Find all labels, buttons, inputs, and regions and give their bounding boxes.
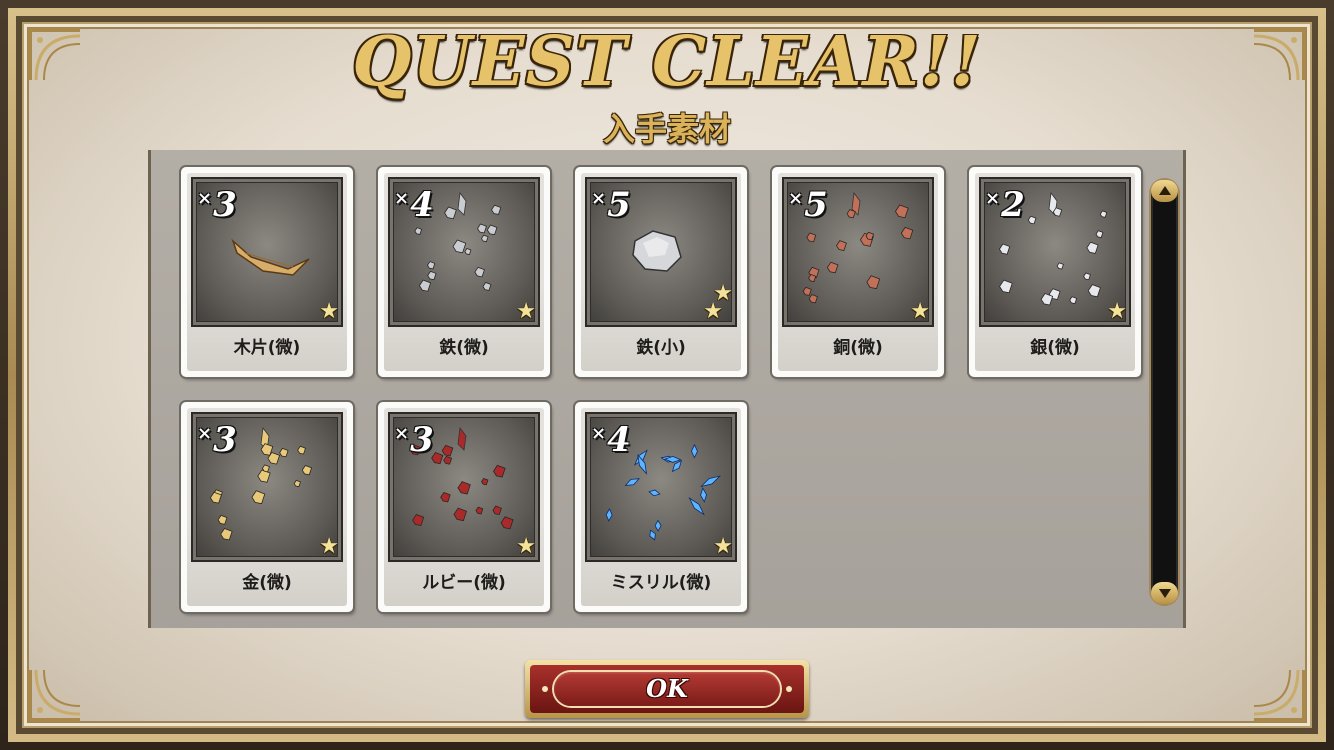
material-card[interactable]: ×5 ★ 銅(微) (772, 167, 944, 377)
ok-button[interactable]: OK (525, 660, 809, 718)
material-name: 鉄(微) (439, 338, 489, 358)
material-name: ミスリル(微) (610, 573, 712, 593)
copper-fragments-icon: ×5 ★ (784, 179, 932, 325)
gold-fragments-icon: ×3 ★ (193, 414, 341, 560)
quest-clear-title: QUEST CLEAR!! (352, 22, 982, 102)
scroll-down-arrow-icon[interactable] (1151, 582, 1178, 604)
material-card[interactable]: ×2 ★ 銀(微) (969, 167, 1141, 377)
material-quantity: ×3 (394, 420, 434, 460)
ok-button-label: OK (646, 674, 688, 703)
material-name: 銅(微) (833, 338, 883, 358)
material-quantity: ×2 (985, 185, 1025, 225)
iron-fragments-icon: ×4 ★ (390, 179, 538, 325)
material-quantity: ×4 (394, 185, 434, 225)
rarity-star-icon: ★ (319, 299, 339, 324)
material-card[interactable]: ×3 ★ 木片(微) (181, 167, 353, 377)
material-card[interactable]: ×3 ★ 金(微) (181, 402, 353, 612)
rarity-star-icon: ★ (910, 299, 930, 324)
corner-ornament-icon (26, 666, 84, 724)
material-card[interactable]: ×3 ★ ルビー(微) (378, 402, 550, 612)
iron-chunk-icon: ×5 ★ ★ (587, 179, 735, 325)
material-name: 鉄(小) (636, 338, 686, 358)
scrollbar[interactable] (1151, 180, 1178, 604)
material-quantity: ×5 (788, 185, 828, 225)
material-card[interactable]: ×5 ★ ★ 鉄(小) (575, 167, 747, 377)
material-name: 木片(微) (233, 338, 301, 358)
rarity-star-icon: ★ (516, 299, 536, 324)
rarity-star-icon: ★ (516, 534, 536, 559)
material-quantity: ×3 (197, 185, 237, 225)
rarity-star-icon: ★ (1107, 299, 1127, 324)
quest-clear-screen: QUEST CLEAR!! 入手素材 ×3 ★ 木片(微) ×4 ★ 鉄(微) … (0, 0, 1334, 750)
ruby-fragments-icon: ×3 ★ (390, 414, 538, 560)
acquired-materials-subtitle: 入手素材 (602, 110, 731, 148)
materials-panel: ×3 ★ 木片(微) ×4 ★ 鉄(微) ×5 ★ ★ 鉄(小) ×5 ★ 銅(微… (148, 150, 1186, 628)
material-quantity: ×4 (591, 420, 631, 460)
scroll-up-arrow-icon[interactable] (1151, 180, 1178, 202)
material-quantity: ×5 (591, 185, 631, 225)
mithril-shards-icon: ×4 ★ (587, 414, 735, 560)
material-name: 金(微) (242, 573, 292, 593)
material-card[interactable]: ×4 ★ 鉄(微) (378, 167, 550, 377)
silver-fragments-icon: ×2 ★ (981, 179, 1129, 325)
material-name: ルビー(微) (422, 573, 506, 593)
rarity-star-icon: ★ (319, 534, 339, 559)
rarity-star-icon: ★ (713, 281, 733, 306)
wood-chip-icon: ×3 ★ (193, 179, 341, 325)
material-quantity: ×3 (197, 420, 237, 460)
rarity-star-icon: ★ (713, 534, 733, 559)
material-name: 銀(微) (1030, 338, 1080, 358)
material-card[interactable]: ×4 ★ ミスリル(微) (575, 402, 747, 612)
corner-ornament-icon (1250, 666, 1308, 724)
